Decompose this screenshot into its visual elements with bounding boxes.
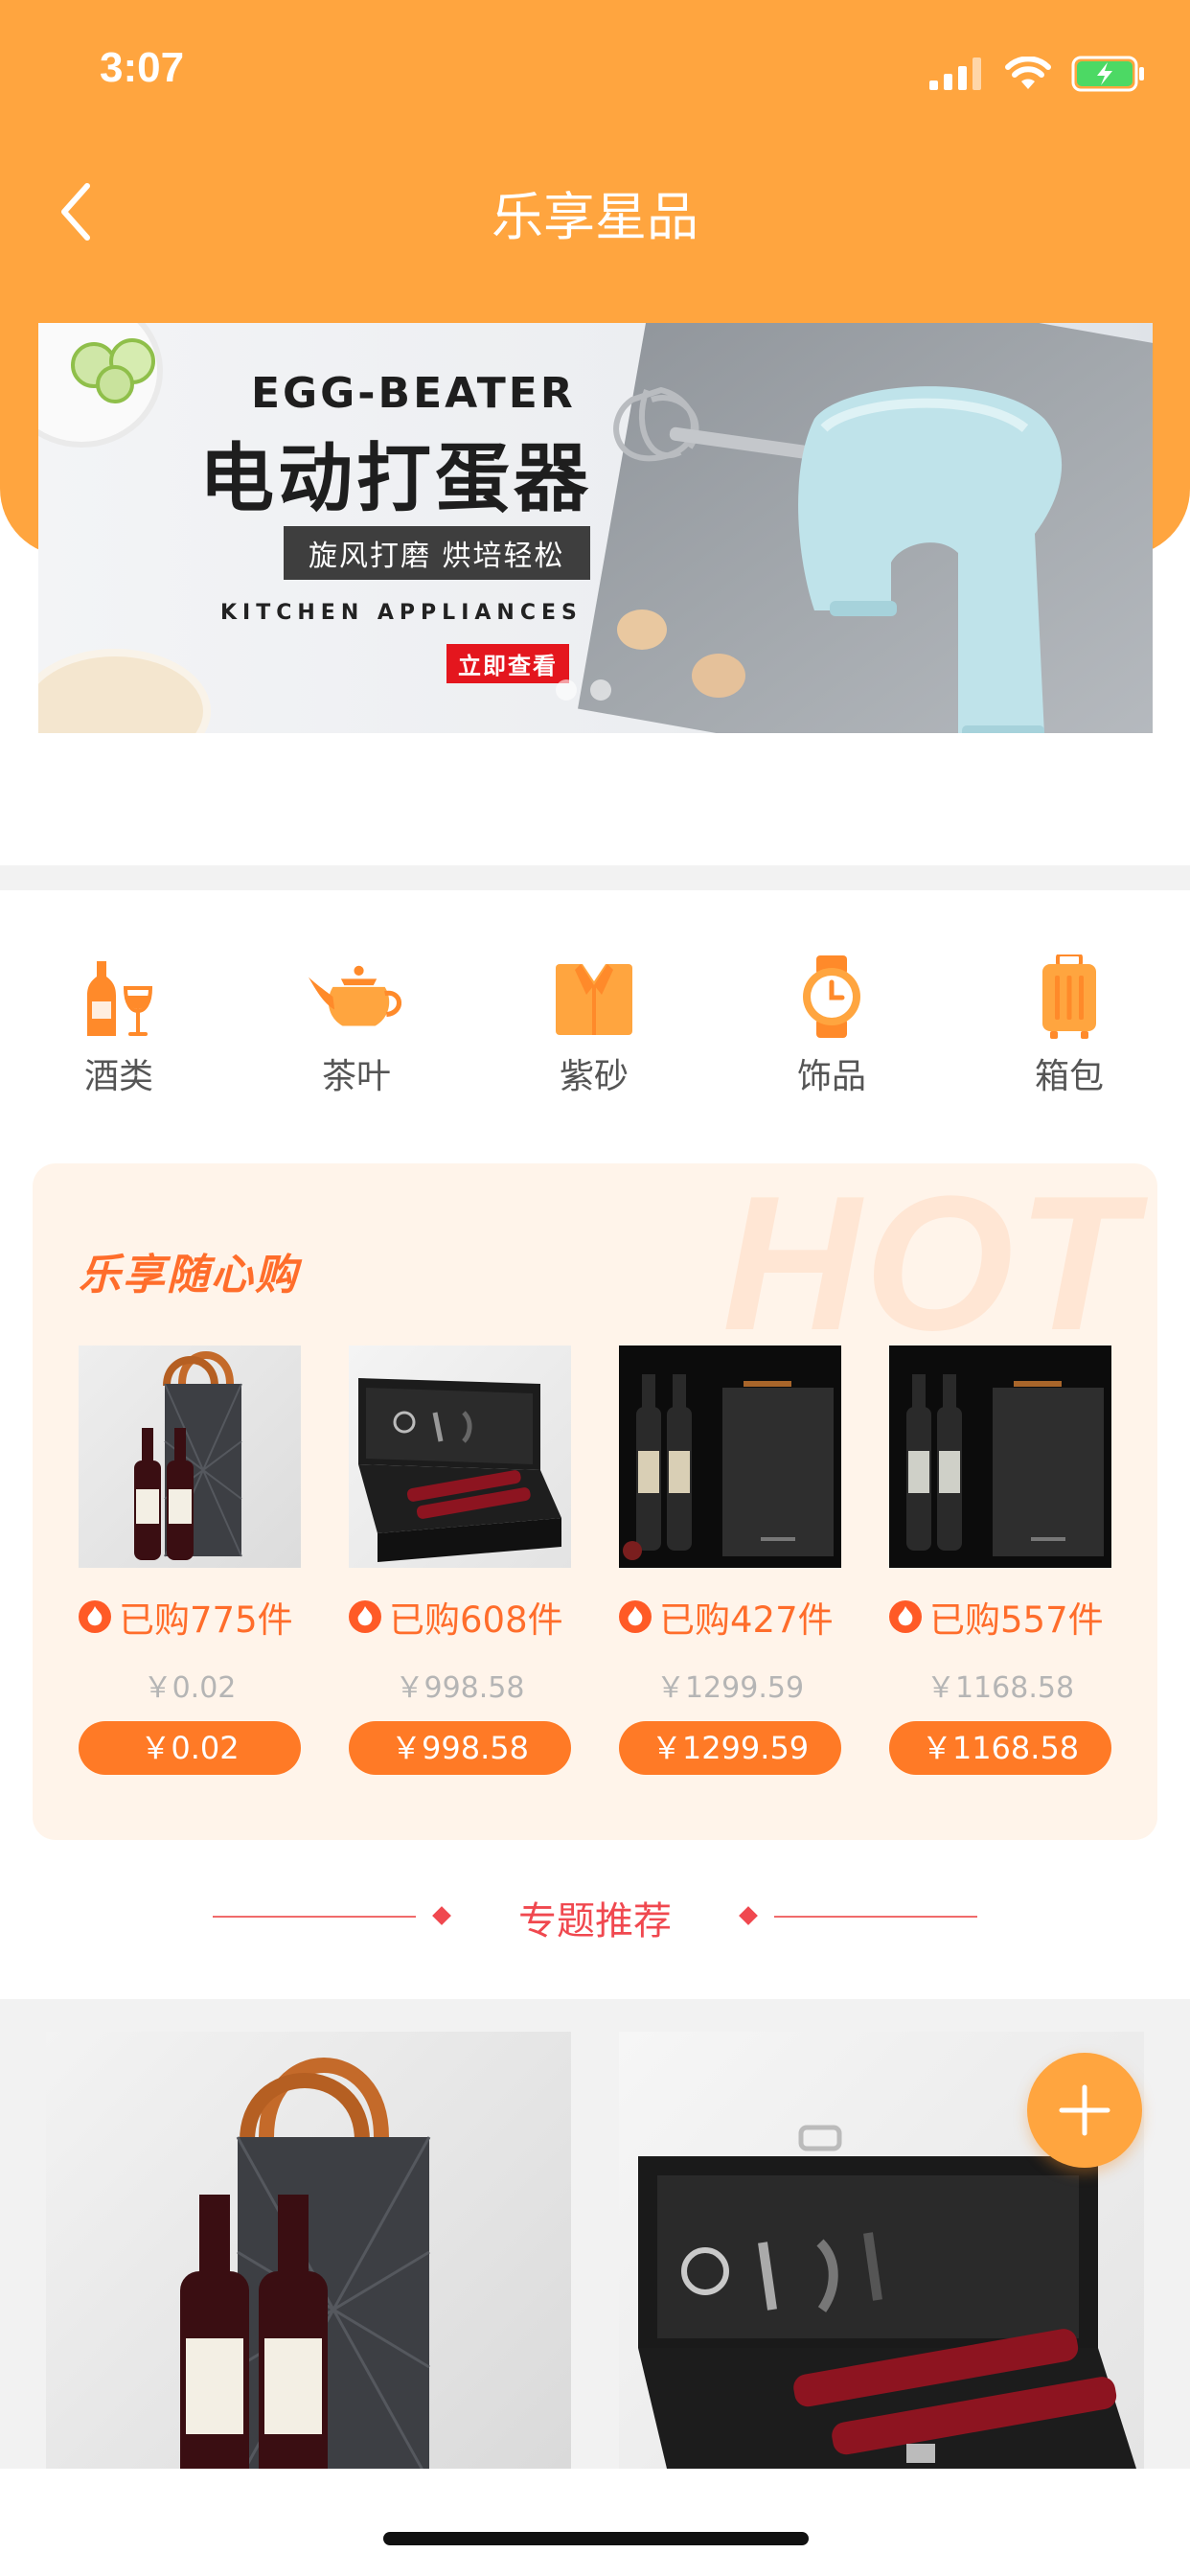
hot-watermark: HOT bbox=[721, 1163, 1138, 1370]
fire-icon bbox=[619, 1600, 652, 1633]
section-divider bbox=[0, 865, 1190, 890]
sold-count: 已购775件 bbox=[79, 1595, 301, 1641]
plus-icon bbox=[1059, 2084, 1110, 2136]
category-item-wine[interactable]: 酒类 bbox=[23, 949, 215, 1098]
topic-item[interactable] bbox=[46, 2032, 571, 2469]
category-item-bags[interactable]: 箱包 bbox=[973, 949, 1165, 1098]
category-label: 箱包 bbox=[1034, 1057, 1104, 1096]
original-price: ￥998.58 bbox=[395, 1671, 525, 1705]
section-line-right bbox=[774, 1916, 977, 1918]
banner-cta-button[interactable]: 立即查看 bbox=[446, 644, 569, 683]
product-image[interactable] bbox=[349, 1346, 571, 1568]
category-label: 饰品 bbox=[796, 1057, 866, 1096]
banner-tagline: 旋风打磨 烘培轻松 bbox=[284, 526, 590, 580]
banner-subtitle: KITCHEN APPLIANCES bbox=[220, 601, 583, 625]
sold-count-text: 已购608件 bbox=[389, 1599, 563, 1641]
category-item-tea[interactable]: 茶叶 bbox=[261, 949, 452, 1098]
price-button[interactable]: ￥1299.59 bbox=[619, 1721, 841, 1775]
topic-grid bbox=[0, 1999, 1190, 2469]
category-item-zisha[interactable]: 紫砂 bbox=[498, 949, 690, 1098]
product-image[interactable] bbox=[79, 1346, 301, 1568]
shirt-icon bbox=[546, 949, 642, 1045]
sold-count: 已购608件 bbox=[349, 1595, 571, 1641]
category-label: 酒类 bbox=[83, 1057, 153, 1096]
fire-icon bbox=[349, 1600, 381, 1633]
sold-count-text: 已购775件 bbox=[119, 1599, 293, 1641]
add-button[interactable] bbox=[1027, 2053, 1142, 2168]
page-title: 乐享星品 bbox=[492, 187, 698, 247]
price-button[interactable]: ￥998.58 bbox=[349, 1721, 571, 1775]
navigation-bar: 乐享星品 bbox=[0, 153, 1190, 268]
status-bar: 3:07 bbox=[0, 0, 1190, 144]
hot-product-card[interactable]: 已购427件 ￥1299.59 ￥1299.59 bbox=[619, 1346, 841, 1775]
original-price: ￥1168.58 bbox=[926, 1671, 1075, 1705]
sold-count-text: 已购427件 bbox=[659, 1599, 834, 1641]
promo-banner[interactable]: EGG-BEATER 电动打蛋器 旋风打磨 烘培轻松 KITCHEN APPLI… bbox=[38, 323, 1153, 733]
banner-pagination bbox=[556, 679, 611, 701]
sold-count-text: 已购557件 bbox=[929, 1599, 1104, 1641]
banner-bread-image bbox=[38, 649, 211, 733]
hot-product-card[interactable]: 已购608件 ￥998.58 ￥998.58 bbox=[349, 1346, 571, 1775]
banner-dot[interactable] bbox=[556, 679, 577, 701]
hot-title: 乐享随心购 bbox=[79, 1251, 299, 1300]
banner-dot[interactable] bbox=[590, 679, 611, 701]
fire-icon bbox=[79, 1600, 111, 1633]
banner-title-en: EGG-BEATER bbox=[251, 369, 576, 418]
banner-eggs-image bbox=[617, 610, 745, 698]
category-nav: 酒类 茶叶 紫砂 饰品 箱包 bbox=[0, 949, 1190, 1102]
original-price: ￥0.02 bbox=[143, 1671, 237, 1705]
wine-icon bbox=[71, 949, 167, 1045]
watch-icon bbox=[784, 949, 880, 1045]
category-label: 茶叶 bbox=[321, 1057, 391, 1096]
bottom-safe-area bbox=[0, 2469, 1190, 2576]
status-time: 3:07 bbox=[100, 44, 185, 91]
home-indicator[interactable] bbox=[383, 2532, 809, 2545]
teapot-icon bbox=[309, 949, 404, 1045]
banner-title-cn: 电动打蛋器 bbox=[199, 436, 593, 522]
hot-deals-card: HOT 乐享随心购 已购775件 ￥0.02 ￥0.02 已购608件 ￥998… bbox=[33, 1163, 1157, 1840]
category-item-accessories[interactable]: 饰品 bbox=[736, 949, 927, 1098]
product-image[interactable] bbox=[619, 1346, 841, 1568]
section-title: 专题推荐 bbox=[518, 1899, 672, 1944]
suitcase-icon bbox=[1021, 949, 1117, 1045]
fire-icon bbox=[889, 1600, 922, 1633]
sold-count: 已购557件 bbox=[889, 1595, 1111, 1641]
battery-charging-icon bbox=[1071, 56, 1144, 92]
hot-product-card[interactable]: 已购557件 ￥1168.58 ￥1168.58 bbox=[889, 1346, 1111, 1775]
original-price: ￥1299.59 bbox=[655, 1671, 805, 1705]
wifi-icon bbox=[1005, 57, 1051, 89]
product-image[interactable] bbox=[889, 1346, 1111, 1568]
section-header: 专题推荐 bbox=[0, 1888, 1190, 1945]
signal-icon bbox=[929, 58, 981, 90]
banner-cucumber-image bbox=[71, 338, 155, 403]
category-label: 紫砂 bbox=[559, 1057, 629, 1096]
hot-product-card[interactable]: 已购775件 ￥0.02 ￥0.02 bbox=[79, 1346, 301, 1775]
sold-count: 已购427件 bbox=[619, 1595, 841, 1641]
status-icons bbox=[929, 56, 1146, 92]
price-button[interactable]: ￥1168.58 bbox=[889, 1721, 1111, 1775]
hot-product-list: 已购775件 ￥0.02 ￥0.02 已购608件 ￥998.58 ￥998.5… bbox=[79, 1346, 1142, 1806]
product-image bbox=[180, 2058, 431, 2469]
price-button[interactable]: ￥0.02 bbox=[79, 1721, 301, 1775]
